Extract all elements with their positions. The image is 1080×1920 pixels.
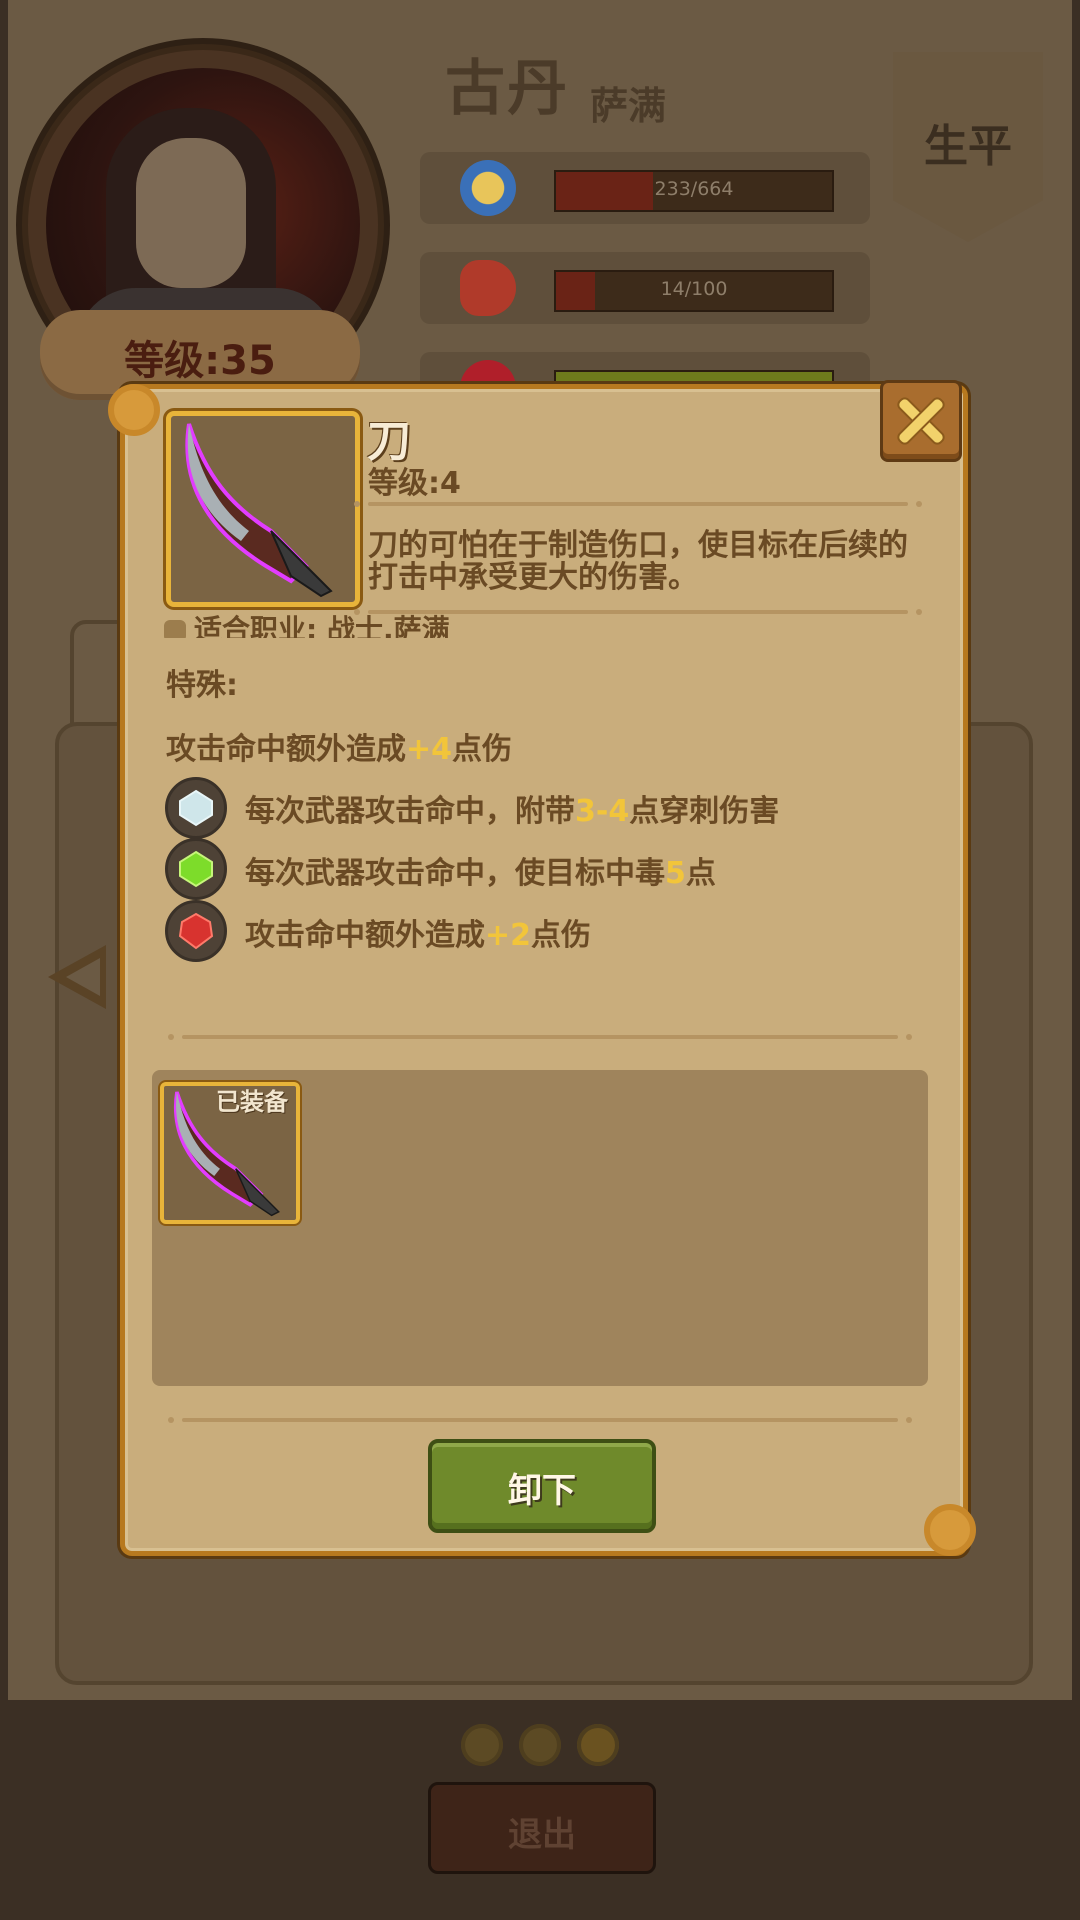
suitable-classes-text: 适合职业: 战士,萨满 <box>194 613 450 638</box>
corner-ornament-icon <box>108 384 160 436</box>
biography-label: 生平 <box>924 121 1012 172</box>
effect-value: 5 <box>665 856 686 891</box>
effect-value: +2 <box>485 918 532 953</box>
knife-icon <box>185 423 333 598</box>
bullet-icon <box>164 620 186 638</box>
exit-label: 退出 <box>508 1815 576 1855</box>
suitable-classes: 适合职业: 战士,萨满 <box>164 608 450 638</box>
special-label: 特殊: <box>166 668 238 703</box>
item-icon-frame <box>166 411 360 607</box>
prev-page-arrow-inner <box>66 958 100 996</box>
effect-text: 点伤 <box>531 918 592 953</box>
effect-text: 每次武器攻击命中，附带 <box>245 794 575 829</box>
hero-name: 古丹 <box>445 54 569 124</box>
gem-effect: 攻击命中额外造成+2点伤 <box>245 910 591 954</box>
divider <box>354 501 922 507</box>
stomach-icon <box>460 260 516 316</box>
medal-icon <box>460 160 516 216</box>
effect-text: 攻击命中额外造成 <box>166 732 406 767</box>
page-dot[interactable] <box>519 1724 561 1766</box>
hunger-bar: 14/100 <box>554 270 834 312</box>
ruby-gem-icon <box>165 900 227 962</box>
experience-value: 233/664 <box>654 178 734 200</box>
close-icon <box>883 383 959 459</box>
effect-value: 3-4 <box>575 794 630 829</box>
gem-effect: 每次武器攻击命中，使目标中毒5点 <box>245 848 716 892</box>
equipped-tag: 已装备 <box>216 1088 288 1116</box>
effect-text: 每次武器攻击命中，使目标中毒 <box>245 856 665 891</box>
hero-level: 等级:35 <box>124 338 276 384</box>
base-effect: 攻击命中额外造成+4点伤 <box>166 724 512 768</box>
divider <box>168 1034 912 1040</box>
experience-bar: 233/664 <box>554 170 834 212</box>
hunger-value: 14/100 <box>660 278 728 300</box>
page-dot[interactable] <box>461 1724 503 1766</box>
corner-ornament-icon <box>924 1504 976 1556</box>
effect-text: 点穿刺伤害 <box>629 794 780 829</box>
page-dot-active[interactable] <box>577 1724 619 1766</box>
diamond-gem-icon <box>165 777 227 839</box>
stat-row-experience: 233/664 <box>420 152 870 224</box>
unequip-button[interactable]: 卸下 <box>428 1439 656 1533</box>
hero-class: 萨满 <box>590 84 667 128</box>
unequip-label: 卸下 <box>508 1471 576 1511</box>
effect-value: +4 <box>406 732 453 767</box>
exit-button[interactable]: 退出 <box>428 1782 656 1874</box>
close-button[interactable] <box>880 380 962 462</box>
item-level: 等级:4 <box>368 466 461 501</box>
gem-effect: 每次武器攻击命中，附带3-4点穿刺伤害 <box>245 786 779 830</box>
effect-text: 攻击命中额外造成 <box>245 918 485 953</box>
stat-row-hunger: 14/100 <box>420 252 870 324</box>
item-description: 刀的可怕在于制造伤口，使目标在后续的打击中承受更大的伤害。 <box>368 528 908 595</box>
divider <box>168 1417 912 1423</box>
effect-text: 点伤 <box>452 732 513 767</box>
effect-text: 点 <box>685 856 716 891</box>
emerald-gem-icon <box>165 838 227 900</box>
